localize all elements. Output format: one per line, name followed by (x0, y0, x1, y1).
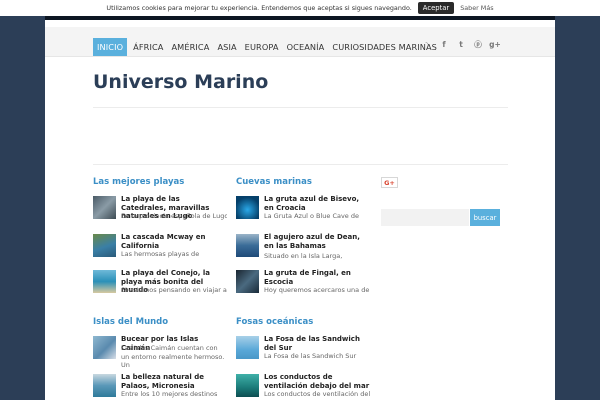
section-title-islas-del-mundo[interactable]: Islas del Mundo (93, 317, 168, 327)
cookie-text: Utilizamos cookies para mejorar tu exper… (106, 4, 412, 12)
post-excerpt: Las hermosas playas de (121, 250, 200, 258)
post-excerpt: Los conductos de ventilación del (264, 390, 370, 398)
facebook-icon[interactable]: f (439, 39, 449, 49)
post-item[interactable]: El agujero azul de Dean, en las Bahamas … (236, 233, 366, 264)
post-thumbnail[interactable] (236, 336, 259, 359)
post-title[interactable]: La gruta de Fingal, en Escocia (264, 269, 370, 286)
post-title[interactable]: La Fosa de las Sandwich del Sur (264, 335, 370, 352)
post-excerpt: La Fosa de las Sandwich Sur (264, 352, 357, 360)
post-title[interactable]: La belleza natural de Palaos, Micronesia (121, 373, 227, 390)
post-excerpt: La Gruta Azul o Blue Cave de (264, 212, 359, 220)
pinterest-icon[interactable]: ⓟ (473, 39, 483, 49)
post-thumbnail[interactable] (236, 234, 259, 257)
post-title[interactable]: La cascada Mcway en California (121, 233, 227, 250)
section-title-fosas-oceanicas[interactable]: Fosas oceánicas (236, 317, 313, 327)
post-thumbnail[interactable] (93, 234, 116, 257)
twitter-icon[interactable]: t (456, 39, 466, 49)
post-title[interactable]: Los conductos de ventilación debajo del … (264, 373, 370, 390)
post-excerpt: Hoy queremos acercaros una de (264, 286, 370, 294)
social-links: ◝ f t ⓟ g+ (422, 39, 501, 49)
post-thumbnail[interactable] (236, 374, 259, 397)
main-nav: INICIO ÁFRICA AMÉRICA ASIA EUROPA OCEANÍ… (93, 38, 441, 56)
post-item[interactable]: La Fosa de las Sandwich del Sur La Fosa … (236, 335, 366, 366)
section-title-mejores-playas[interactable]: Las mejores playas (93, 177, 184, 187)
nav-item-oceania[interactable]: OCEANÍA (283, 38, 329, 56)
post-excerpt: Situado en la Isla Larga, (264, 252, 343, 260)
post-item[interactable]: La playa del Conejo, la playa más bonita… (93, 269, 227, 300)
post-thumbnail[interactable] (93, 270, 116, 293)
nav-item-europa[interactable]: EUROPA (241, 38, 283, 56)
section-title-cuevas-marinas[interactable]: Cuevas marinas (236, 177, 312, 187)
rss-icon[interactable]: ◝ (422, 39, 432, 49)
post-item[interactable]: La gruta azul de Bisevo, en Croacia La G… (236, 195, 366, 226)
post-item[interactable]: Bucear por las Islas Caimán Las Islas Ca… (93, 335, 224, 369)
search-input[interactable] (381, 209, 469, 226)
nav-item-asia[interactable]: ASIA (213, 38, 240, 56)
page-container: INICIO ÁFRICA AMÉRICA ASIA EUROPA OCEANÍ… (45, 20, 555, 400)
google-plus-icon[interactable]: g+ (489, 39, 501, 49)
post-item[interactable]: La cascada Mcway en California Las hermo… (93, 233, 223, 264)
nav-item-america[interactable]: AMÉRICA (167, 38, 213, 56)
nav-item-africa[interactable]: ÁFRICA (129, 38, 167, 56)
post-title[interactable]: La gruta azul de Bisevo, en Croacia (264, 195, 370, 212)
post-thumbnail[interactable] (93, 196, 116, 219)
post-title[interactable]: El agujero azul de Dean, en las Bahamas (264, 233, 370, 250)
cookies-more-link[interactable]: Saber Más (460, 4, 493, 12)
post-thumbnail[interactable] (93, 336, 116, 359)
post-excerpt: Si estamos pensando en viajar a (121, 286, 227, 294)
google-plus-badge-icon[interactable]: G+ (381, 177, 398, 188)
divider (93, 164, 508, 165)
cookie-bar: Utilizamos cookies para mejorar tu exper… (0, 0, 600, 16)
site-title[interactable]: Universo Marino (93, 71, 268, 93)
divider (93, 107, 508, 108)
post-thumbnail[interactable] (236, 270, 259, 293)
post-thumbnail[interactable] (236, 196, 259, 219)
post-excerpt: Entre los 10 mejores destinos (121, 390, 218, 398)
accept-cookies-button[interactable]: Aceptar (417, 2, 455, 14)
post-excerpt: Las Islas Caimán cuentan con un entorno … (121, 344, 225, 369)
post-item[interactable]: La playa de las Catedrales, maravillas n… (93, 195, 227, 226)
navbar: INICIO ÁFRICA AMÉRICA ASIA EUROPA OCEANÍ… (45, 27, 555, 57)
post-thumbnail[interactable] (93, 374, 116, 397)
search-button[interactable]: buscar (470, 209, 500, 226)
post-item[interactable]: La gruta de Fingal, en Escocia Hoy quere… (236, 269, 369, 300)
post-item[interactable]: Los conductos de ventilación debajo del … (236, 373, 370, 400)
nav-item-inicio[interactable]: INICIO (93, 38, 128, 56)
post-item[interactable]: La belleza natural de Palaos, Micronesia… (93, 373, 223, 400)
post-excerpt: En la provincia española de Lugo (121, 212, 227, 220)
